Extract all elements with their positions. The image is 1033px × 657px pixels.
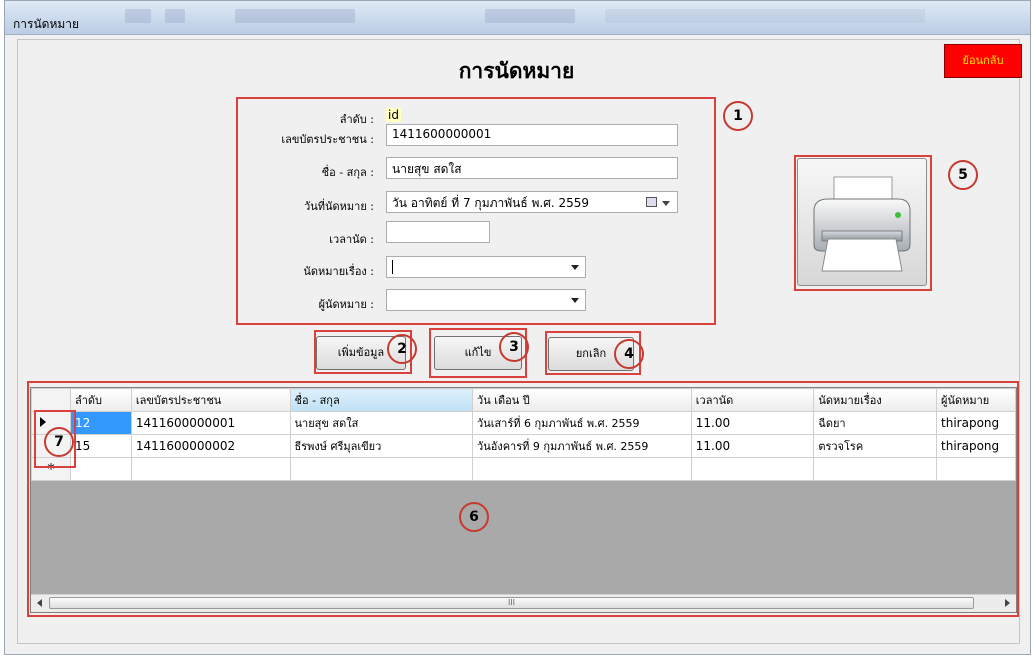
titlebar-toolbar-icon xyxy=(165,9,185,23)
annotation-5: 5 xyxy=(948,160,978,190)
titlebar-toolbar-icon xyxy=(605,9,925,23)
chevron-down-icon[interactable] xyxy=(571,298,579,303)
seq-label: ลำดับ : xyxy=(339,113,374,126)
title-bar: การนัดหมาย xyxy=(5,1,1030,35)
appointer-label: ผู้นัดหมาย : xyxy=(318,298,374,311)
print-button-highlight xyxy=(794,155,932,291)
name-input[interactable]: นายสุข สดใส xyxy=(386,157,678,179)
page-title: การนัดหมาย xyxy=(458,59,575,83)
annotation-3: 3 xyxy=(499,332,529,362)
id-card-label: เลขบัตรประชาชน : xyxy=(281,133,374,146)
calendar-icon[interactable] xyxy=(646,197,657,207)
annotation-1: 1 xyxy=(723,101,753,131)
titlebar-toolbar-icon xyxy=(125,9,151,23)
titlebar-toolbar-icon xyxy=(235,9,355,23)
annotation-4: 4 xyxy=(614,339,644,369)
appointment-date-label: วันที่นัดหมาย : xyxy=(304,200,374,213)
text-caret xyxy=(392,259,393,274)
annotation-6: 6 xyxy=(459,502,489,532)
time-label: เวลานัด : xyxy=(329,233,374,246)
subject-combobox[interactable] xyxy=(386,256,586,278)
grid-highlight-box xyxy=(27,381,1019,617)
time-input[interactable] xyxy=(386,221,490,243)
window-title: การนัดหมาย xyxy=(13,17,80,31)
subject-label: นัดหมายเรื่อง : xyxy=(303,265,374,278)
appointment-date-picker[interactable]: วัน อาทิตย์ ที่ 7 กุมภาพันธ์ พ.ศ. 2559 xyxy=(386,191,678,213)
annotation-2: 2 xyxy=(387,334,417,364)
annotation-7: 7 xyxy=(44,427,74,457)
appointer-combobox[interactable] xyxy=(386,289,586,311)
titlebar-toolbar-icon xyxy=(485,9,575,23)
chevron-down-icon[interactable] xyxy=(571,265,579,270)
chevron-down-icon[interactable] xyxy=(662,201,670,206)
appointment-date-value: วัน อาทิตย์ ที่ 7 กุมภาพันธ์ พ.ศ. 2559 xyxy=(392,196,590,210)
seq-value: id xyxy=(386,108,401,122)
id-card-input[interactable]: 1411600000001 xyxy=(386,124,678,146)
back-button[interactable]: ย้อนกลับ xyxy=(944,44,1022,78)
name-label: ชื่อ - สกุล : xyxy=(321,166,374,179)
